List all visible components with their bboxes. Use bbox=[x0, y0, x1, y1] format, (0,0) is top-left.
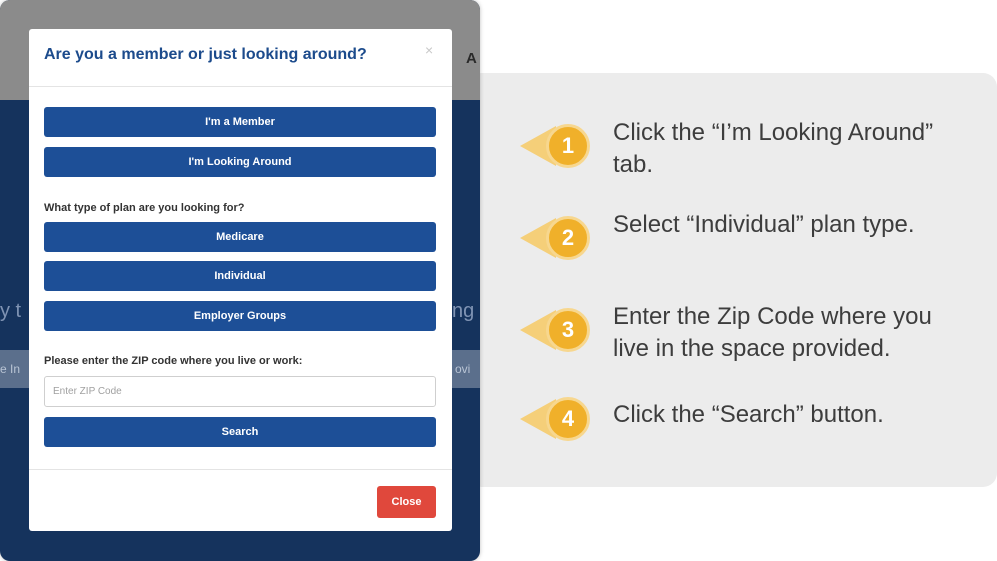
step-number-badge: 1 bbox=[546, 124, 590, 168]
plan-individual-button[interactable]: Individual bbox=[44, 261, 436, 291]
zip-label: Please enter the ZIP code where you live… bbox=[44, 355, 303, 367]
background-strip-text-right: ovi bbox=[455, 362, 471, 376]
member-button[interactable]: I'm a Member bbox=[44, 107, 436, 137]
plan-type-label: What type of plan are you looking for? bbox=[44, 202, 245, 214]
plan-medicare-button[interactable]: Medicare bbox=[44, 222, 436, 252]
website-screenshot: A y t ng e In ovi Are you a member or ju… bbox=[0, 0, 480, 561]
step-number-badge: 4 bbox=[546, 397, 590, 441]
search-button[interactable]: Search bbox=[44, 417, 436, 447]
background-text-left: y t bbox=[0, 300, 22, 322]
background-strip-text-left: e In bbox=[0, 362, 21, 376]
background-text-right: ng bbox=[452, 300, 475, 322]
step-text: Enter the Zip Code where you live in the… bbox=[613, 303, 932, 362]
site-header-fragment: A bbox=[466, 50, 477, 67]
modal-close-icon[interactable]: × bbox=[425, 42, 433, 58]
step-text: Click the “Search” button. bbox=[613, 401, 884, 428]
step-number-badge: 3 bbox=[546, 308, 590, 352]
looking-around-button[interactable]: I'm Looking Around bbox=[44, 147, 436, 177]
modal-header-divider bbox=[29, 86, 452, 87]
zip-input[interactable] bbox=[44, 376, 436, 407]
step-text: Click the “I’m Looking Around” tab. bbox=[613, 119, 934, 178]
step-text: Select “Individual” plan type. bbox=[613, 211, 915, 238]
member-modal: Are you a member or just looking around?… bbox=[29, 29, 452, 531]
close-button[interactable]: Close bbox=[377, 486, 436, 518]
modal-footer-divider bbox=[29, 469, 452, 470]
plan-employer-groups-button[interactable]: Employer Groups bbox=[44, 301, 436, 331]
modal-title: Are you a member or just looking around? bbox=[44, 46, 367, 63]
step-number-badge: 2 bbox=[546, 216, 590, 260]
